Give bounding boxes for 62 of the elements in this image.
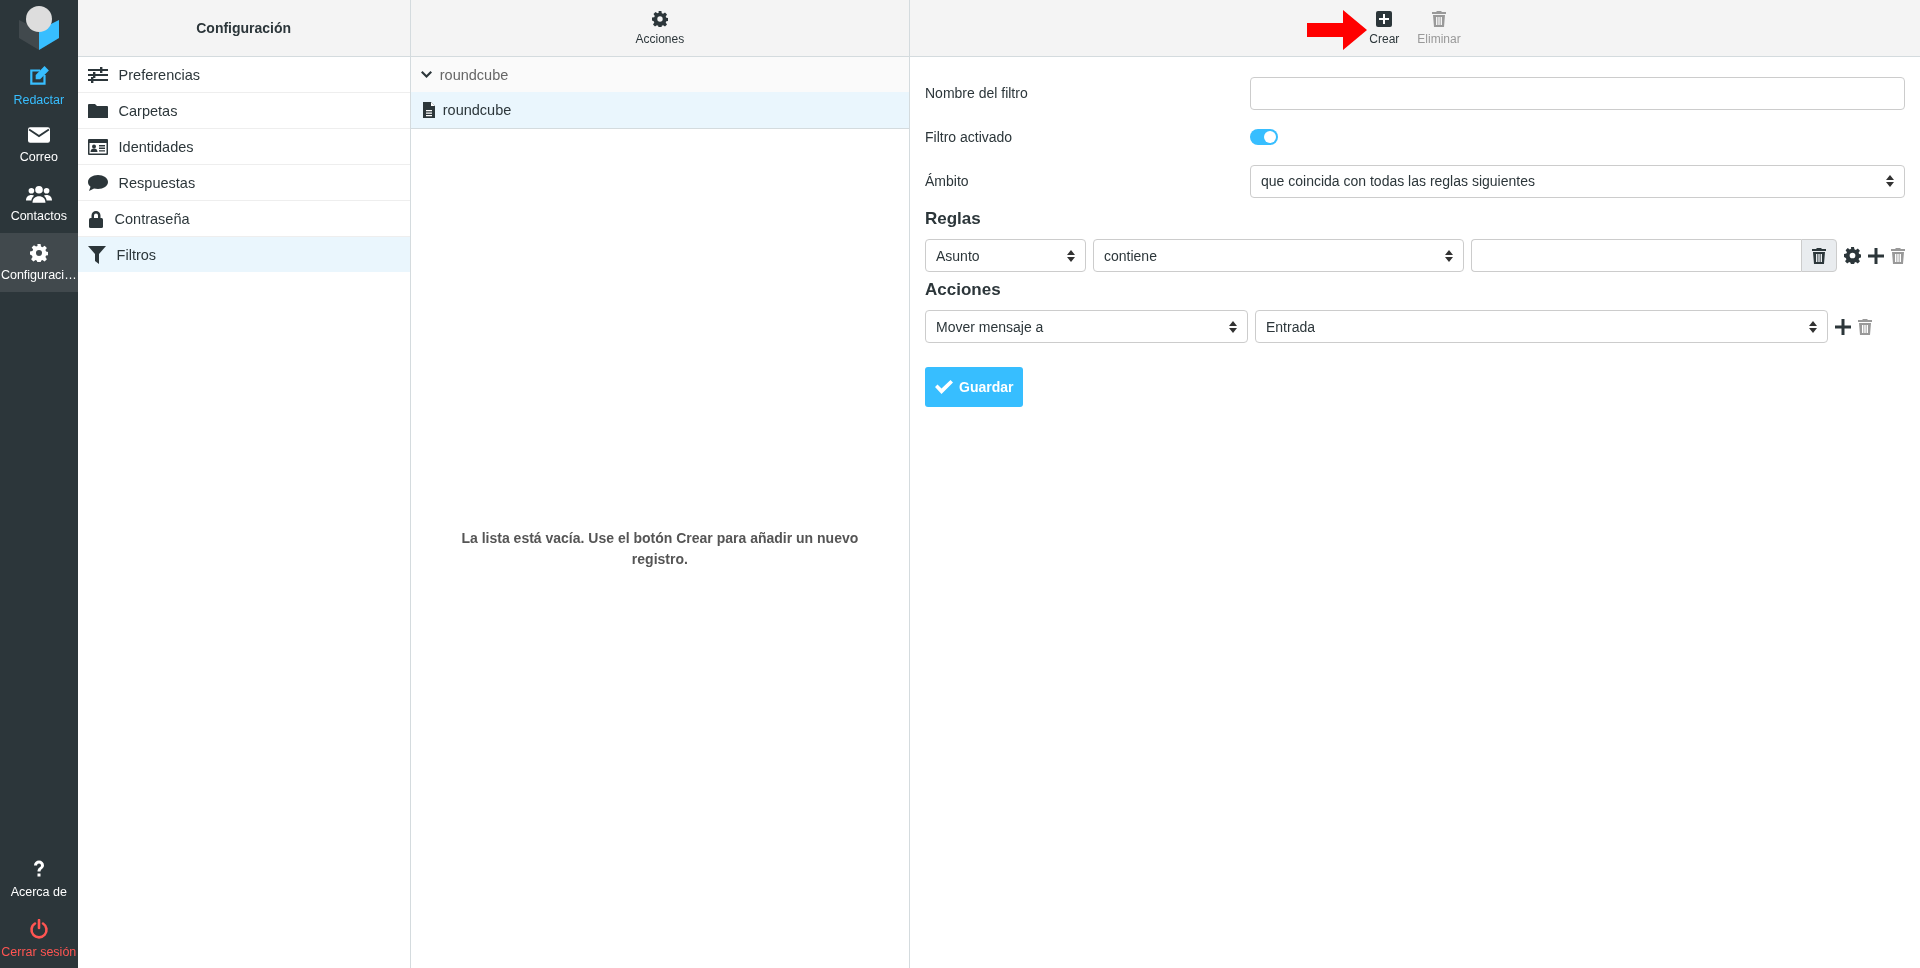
gear-icon: [651, 10, 668, 27]
filter-set-group[interactable]: roundcube: [410, 57, 909, 92]
filter-set-item[interactable]: roundcube: [410, 92, 909, 129]
trash-icon: [1432, 10, 1446, 27]
section-heading: Acciones: [925, 280, 1002, 300]
scope-select[interactable]: que coincida con todas las reglas siguientes: [1250, 164, 1905, 198]
nav-item[interactable]: Redactar: [0, 56, 78, 115]
select-arrows-icon: [1229, 320, 1237, 333]
settings-item[interactable]: Preferencias: [77, 57, 410, 93]
action-target-select[interactable]: Entrada: [1255, 310, 1828, 343]
section-heading: Reglas: [925, 209, 982, 229]
nav-item[interactable]: Acerca de: [0, 850, 78, 909]
funnel-icon: [87, 245, 106, 264]
field-label: Nombre del filtro: [925, 85, 1029, 101]
nav-item[interactable]: Configuraci…: [0, 233, 78, 292]
filter-name-field[interactable]: [1250, 76, 1905, 110]
chevron-icon: [420, 70, 432, 79]
settings-item[interactable]: Respuestas: [77, 165, 410, 201]
field-label: Ámbito: [925, 173, 970, 189]
rule-operator-select[interactable]: contiene: [1093, 239, 1464, 272]
nav-item[interactable]: Cerrar sesión: [0, 909, 78, 968]
rule-header-select[interactable]: Asunto: [925, 239, 1086, 272]
lock-icon: [87, 209, 104, 228]
select-arrows-icon: [1809, 320, 1817, 333]
field-label: Filtro activado: [925, 129, 1014, 145]
empty-list-message: La lista está vacía. Use el botón Crear para añadir un nuevo registro.: [460, 528, 860, 569]
actions-button[interactable]: Acciones: [630, 8, 690, 48]
panel-title: Configuración: [196, 20, 292, 36]
select-arrows-icon: [1067, 249, 1075, 262]
trash-icon[interactable]: [1891, 247, 1905, 264]
nav-item[interactable]: Contactos: [0, 174, 78, 233]
logo-icon: [18, 6, 59, 50]
settings-icon[interactable]: [1844, 247, 1861, 264]
plus-icon[interactable]: [1868, 247, 1884, 264]
rule-value-field[interactable]: [1471, 239, 1801, 272]
arrow-icon: [1307, 10, 1367, 50]
action-type-select[interactable]: Mover mensaje a: [925, 310, 1248, 343]
power-icon: [28, 918, 49, 939]
nav-item[interactable]: Correo: [0, 115, 78, 174]
envelope-icon: [27, 125, 50, 144]
edit-icon: [27, 64, 50, 87]
sliders-icon: [87, 66, 108, 83]
people-icon: [25, 184, 52, 203]
toggle-switch[interactable]: [1250, 129, 1278, 145]
gear-icon: [29, 243, 48, 262]
settings-item[interactable]: Filtros: [77, 237, 410, 272]
plus-icon[interactable]: [1835, 318, 1851, 335]
trash-icon: [1812, 247, 1826, 264]
plus-square-icon: [1376, 10, 1393, 27]
trash-icon[interactable]: [1858, 318, 1872, 335]
question-mark-icon: [32, 860, 45, 879]
select-arrows-icon: [1445, 249, 1453, 262]
folder-icon: [87, 102, 108, 119]
toolbar-button[interactable]: Crear: [1364, 8, 1405, 48]
trash-button[interactable]: [1801, 239, 1837, 272]
document-icon: [422, 102, 435, 118]
id-card-icon: [87, 138, 108, 155]
settings-item[interactable]: Identidades: [77, 129, 410, 165]
settings-item[interactable]: Carpetas: [77, 93, 410, 129]
speech-bubble-icon: [87, 174, 108, 191]
select-arrows-icon: [1886, 175, 1894, 187]
checkmark-icon: [935, 380, 953, 394]
